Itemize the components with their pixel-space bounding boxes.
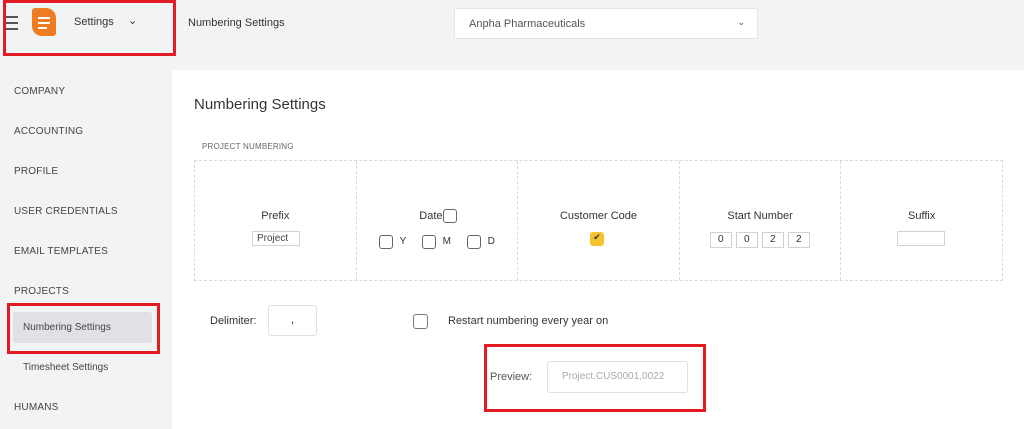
section-label: PROJECT NUMBERING (202, 142, 294, 151)
sidebar-item-user-credentials[interactable]: USER CREDENTIALS (14, 206, 118, 217)
suffix-input[interactable] (897, 231, 946, 246)
company-select-value: Anpha Pharmaceuticals (469, 18, 586, 30)
sidebar-item-profile[interactable]: PROFILE (14, 166, 58, 177)
app-logo (32, 8, 56, 36)
restart-numbering-checkbox[interactable] (413, 314, 428, 329)
sidebar-item-humans[interactable]: HUMANS (14, 402, 59, 413)
start-number-digit[interactable]: 0 (709, 232, 732, 248)
chevron-down-icon: ⌄ (737, 17, 745, 27)
date-checkbox[interactable] (442, 209, 457, 223)
sidebar-item-accounting[interactable]: ACCOUNTING (14, 126, 83, 137)
hamburger-menu-icon[interactable] (4, 16, 18, 30)
date-month-checkbox[interactable] (421, 235, 436, 249)
suffix-label: Suffix (908, 210, 936, 222)
delimiter-input[interactable]: , (268, 305, 317, 336)
main-panel: Numbering Settings PROJECT NUMBERING Pre… (172, 70, 1024, 429)
page-title: Numbering Settings (194, 96, 326, 113)
start-number-digit[interactable]: 2 (761, 232, 784, 248)
prefix-input[interactable]: Project (252, 231, 300, 246)
company-select[interactable]: Anpha Pharmaceuticals ⌄ (454, 8, 758, 39)
start-number-column: Start Number 0 0 2 2 (680, 161, 842, 280)
date-month-label: M (442, 236, 451, 247)
sidebar-item-email-templates[interactable]: EMAIL TEMPLATES (14, 246, 108, 257)
delimiter-label: Delimiter: (210, 315, 257, 327)
customer-code-label: Customer Code (559, 210, 637, 222)
customer-code-checkbox[interactable] (590, 232, 605, 246)
date-label: Date (419, 210, 443, 222)
numbering-grid: Prefix Project Date Y M D Customer Code … (194, 160, 1003, 281)
sidebar-item-numbering-settings[interactable]: Numbering Settings (23, 322, 111, 333)
sidebar: COMPANY ACCOUNTING PROFILE USER CREDENTI… (0, 70, 170, 429)
suffix-column: Suffix (841, 161, 1002, 280)
date-day-checkbox[interactable] (466, 235, 481, 249)
start-number-label: Start Number (727, 210, 793, 222)
sidebar-item-projects[interactable]: PROJECTS (14, 286, 69, 297)
app-title[interactable]: Settings (74, 16, 114, 28)
sidebar-item-timesheet-settings[interactable]: Timesheet Settings (23, 362, 108, 373)
date-year-label: Y (399, 236, 407, 247)
start-number-digit[interactable]: 2 (787, 232, 810, 248)
date-day-label: D (487, 236, 495, 247)
prefix-label: Prefix (261, 210, 290, 222)
preview-field: Project.CUS0001,0022 (547, 361, 688, 393)
chevron-down-icon[interactable]: ⌄ (128, 14, 137, 27)
customer-code-column: Customer Code (518, 161, 680, 280)
preview-label: Preview: (490, 371, 533, 383)
sidebar-item-company[interactable]: COMPANY (14, 86, 65, 97)
date-year-checkbox[interactable] (378, 235, 393, 249)
top-bar: Settings ⌄ Numbering Settings Anpha Phar… (0, 0, 1024, 54)
restart-numbering-label: Restart numbering every year on (448, 315, 609, 327)
date-column: Date Y M D (357, 161, 519, 280)
breadcrumb: Numbering Settings (188, 17, 285, 29)
start-number-digit[interactable]: 0 (735, 232, 758, 248)
prefix-column: Prefix Project (195, 161, 357, 280)
